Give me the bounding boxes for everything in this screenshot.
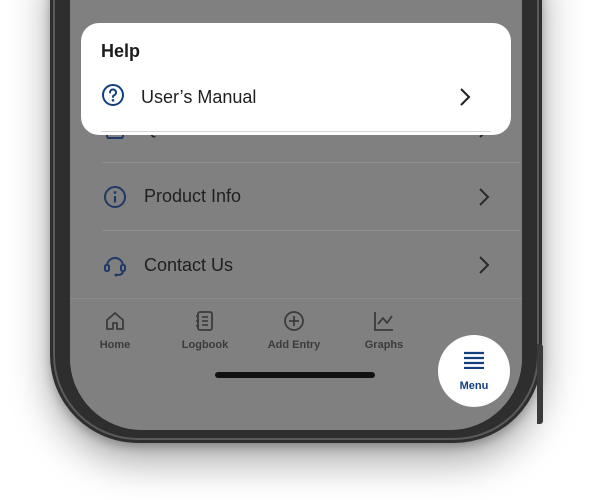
hamburger-menu-icon <box>463 351 485 374</box>
tab-label: Menu <box>459 379 489 392</box>
help-card: Help User’s Manual <box>81 23 511 135</box>
home-icon <box>103 309 127 333</box>
question-circle-icon <box>101 83 125 112</box>
logbook-icon <box>193 309 217 333</box>
menu-item-label: Product Info <box>144 186 242 206</box>
info-circle-icon <box>102 184 128 210</box>
tab-label: Add Entry <box>267 339 321 351</box>
menu-item-product-info[interactable]: Product Info <box>102 163 520 231</box>
section-title: Help <box>101 41 141 61</box>
phone-side-button <box>537 344 543 424</box>
chevron-right-icon <box>479 188 490 206</box>
menu-item-contact-us[interactable]: Contact Us <box>102 231 520 299</box>
menu-item-label: User’s Manual <box>141 86 257 107</box>
home-indicator <box>215 372 375 378</box>
menu-item-label: Contact Us <box>144 254 234 275</box>
divider <box>101 131 491 132</box>
menu-item-users-manual[interactable]: User’s Manual <box>101 81 491 113</box>
tab-add-entry[interactable]: Add Entry <box>254 309 334 353</box>
tab-home[interactable]: Home <box>75 309 155 353</box>
tab-label: Home <box>99 339 131 351</box>
tab-menu[interactable]: Menu <box>438 335 510 407</box>
chevron-right-icon <box>479 256 490 274</box>
plus-circle-icon <box>282 309 306 333</box>
tab-logbook[interactable]: Logbook <box>165 309 245 353</box>
tab-label: Graphs <box>364 339 404 351</box>
tab-label: Logbook <box>181 339 229 351</box>
tab-graphs[interactable]: Graphs <box>344 309 424 353</box>
line-chart-icon <box>372 309 396 333</box>
headset-icon <box>102 252 128 278</box>
chevron-right-icon <box>460 88 471 106</box>
